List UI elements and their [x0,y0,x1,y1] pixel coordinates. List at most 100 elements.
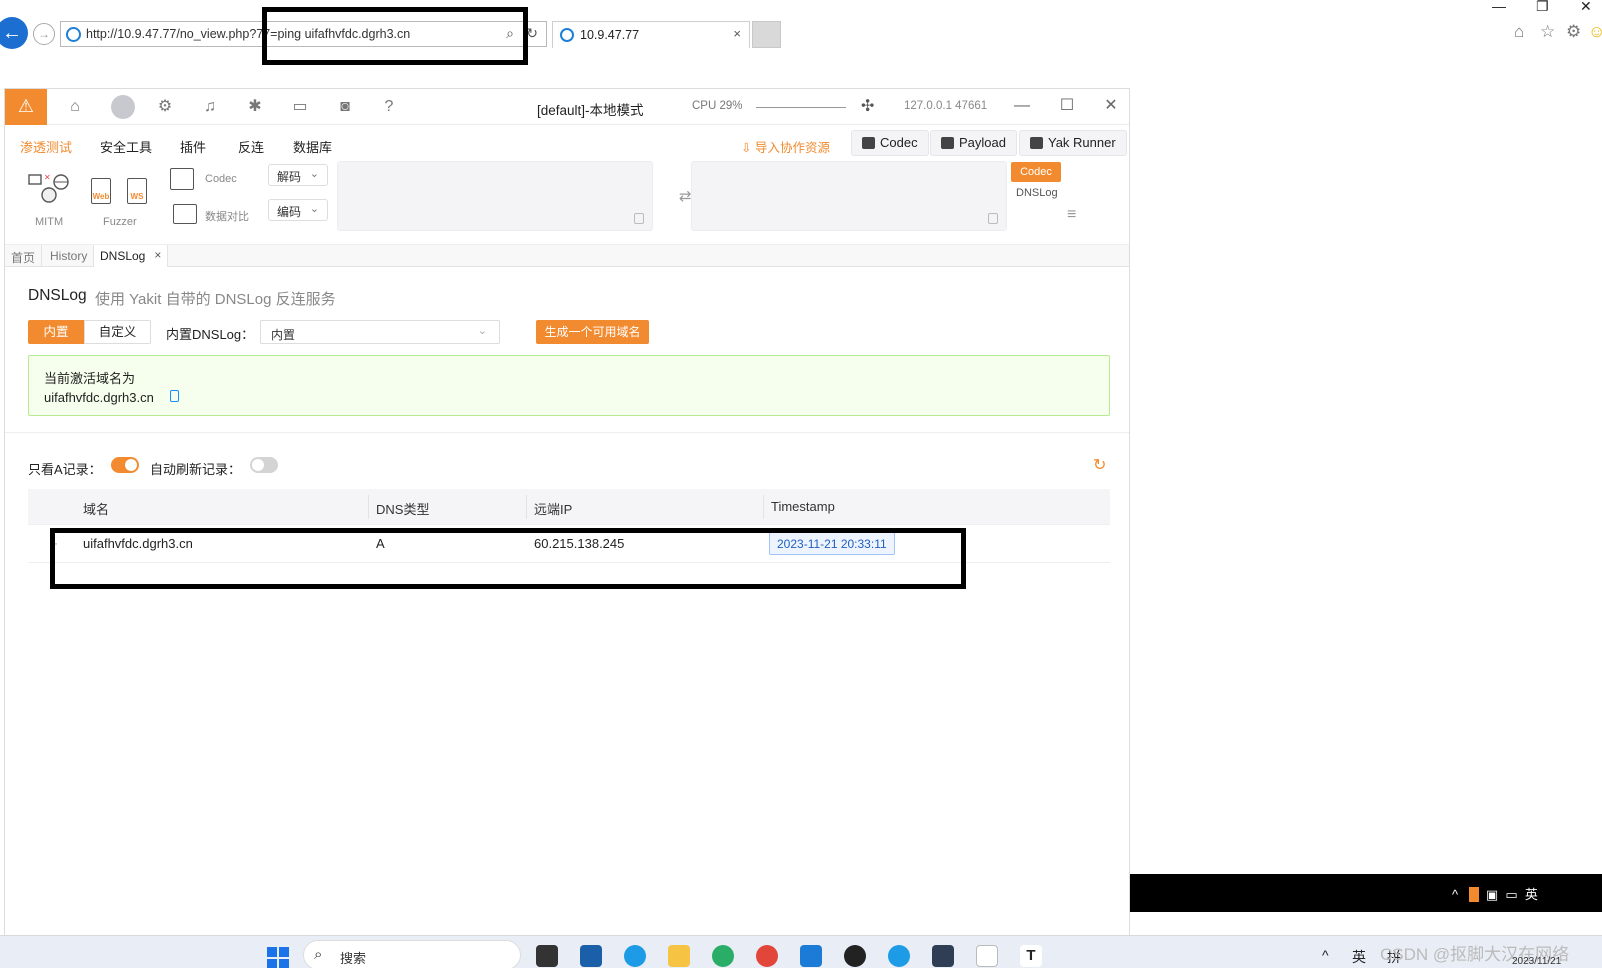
auto-refresh-toggle[interactable] [250,457,278,473]
back-button[interactable]: ← [0,17,28,49]
mitm-icon[interactable]: ✕ [27,173,69,205]
encode-label: 编码 [277,205,302,219]
title-bar: ⚠ ⌂ ⚙ ♫ ✱ ▭ ◙ ? [default]-本地模式 CPU 29% ✣… [5,89,1129,125]
terminal-icon[interactable]: ▭ [290,97,310,117]
yak-runner-button[interactable]: Yak Runner [1019,130,1127,156]
taskbar-search-placeholder: 搜索 [340,951,367,966]
web-fuzzer-icon[interactable]: Web [91,178,111,204]
tab-history[interactable]: History [44,245,95,267]
tray-chevron-icon[interactable]: ^ [1452,887,1458,902]
bell-icon[interactable]: ♫ [200,97,220,117]
document-icon[interactable] [976,945,998,967]
avatar[interactable] [111,95,135,119]
browser-tab[interactable]: 10.9.47.77 × [552,21,750,48]
camera-icon[interactable]: ◙ [335,97,355,117]
close-icon[interactable]: ✕ [1099,95,1123,119]
side-tab-codec[interactable]: Codec [1011,162,1061,182]
edge-dev-icon[interactable] [888,945,910,967]
builtin-dnslog-select[interactable]: 内置 ⌄ [260,320,500,344]
codec-output-panel[interactable] [691,161,1007,231]
a-record-only-toggle[interactable] [111,457,139,473]
a-record-only-label: 只看A记录： [28,462,102,477]
engine-icon[interactable]: ✣ [861,96,874,116]
windows-start-icon[interactable] [267,947,289,968]
store-icon[interactable] [580,945,602,967]
explorer-icon[interactable] [668,945,690,967]
favorites-icon[interactable]: ☆ [1540,22,1555,42]
bug-icon[interactable]: ✱ [245,97,265,117]
copy-icon[interactable] [170,390,179,402]
column-timestamp: Timestamp [771,499,835,514]
network-icon[interactable]: ▣ [1486,887,1498,902]
sort-icon[interactable]: ≡ [1067,206,1076,224]
encode-select[interactable]: 编码 ⌄ [268,199,328,221]
home-icon[interactable]: ⌂ [1514,22,1524,42]
browser-tab-title: 10.9.47.77 [580,28,640,42]
warning-icon[interactable]: ⚠ [5,89,47,125]
engine-address: 127.0.0.1 47661 [904,100,988,112]
minimize-icon[interactable]: — [1492,0,1506,14]
menu-pentest[interactable]: 渗透测试 [20,137,72,156]
app-icon[interactable] [800,945,822,967]
new-tab-button[interactable] [752,21,781,48]
mode-custom-button[interactable]: 自定义 [84,320,151,344]
close-icon[interactable]: ✕ [1580,0,1592,15]
gear-icon[interactable]: ⚙ [1566,22,1581,42]
smiley-icon[interactable]: ☺ [1588,22,1602,42]
cat-app-icon[interactable] [932,945,954,967]
decode-select[interactable]: 解码 ⌄ [268,164,328,186]
task-view-icon[interactable] [536,945,558,967]
menu-reverse[interactable]: 反连 [238,137,264,156]
restore-icon[interactable]: ❐ [1536,0,1549,15]
refresh-icon[interactable]: ↻ [1093,455,1106,475]
divider [5,432,1129,433]
edge-icon[interactable] [624,945,646,967]
taskbar-search[interactable]: ⌕ 搜索 [303,940,521,968]
forward-button[interactable]: → [33,23,55,45]
codec-tool-label[interactable]: Codec [205,173,237,185]
wechat-icon[interactable] [712,945,734,967]
help-icon[interactable]: ? [379,97,399,117]
decode-label: 解码 [277,170,302,184]
copy-icon[interactable] [988,213,998,224]
ie-tab-icon [560,28,574,42]
generate-domain-button[interactable]: 生成一个可用域名 [536,320,649,344]
media-player-icon[interactable] [844,945,866,967]
compare-label[interactable]: 数据对比 [205,208,249,224]
chrome-icon[interactable] [756,945,778,967]
monitor-icon[interactable]: ▭ [1505,887,1517,902]
codec-tool-icon[interactable] [170,168,194,190]
minimize-icon[interactable]: — [1010,95,1034,119]
refresh-icon[interactable]: ↻ [526,25,538,42]
ws-fuzzer-icon[interactable]: WS [127,178,147,204]
menu-database[interactable]: 数据库 [293,137,332,156]
tab-close-icon[interactable]: × [733,26,741,41]
copy-icon[interactable] [634,213,644,224]
menu-plugins[interactable]: 插件 [180,137,206,156]
home-icon[interactable]: ⌂ [65,97,85,117]
maximize-icon[interactable]: ☐ [1055,95,1079,119]
close-icon[interactable]: × [154,248,161,262]
tab-home[interactable]: 首页 [5,245,43,267]
menu-security-tools[interactable]: 安全工具 [100,137,152,156]
ime-icon[interactable]: 英 [1525,887,1538,902]
column-separator [763,495,764,519]
import-resources-link[interactable]: ⇩ 导入协作资源 [741,137,830,156]
cpu-usage: CPU 29% [692,100,743,112]
compare-icon[interactable] [173,204,197,224]
payload-button[interactable]: Payload [930,130,1017,156]
tab-dnslog[interactable]: DNSLog × [94,245,169,267]
app-tray-icon[interactable] [1468,887,1479,902]
ime-english[interactable]: 英 [1352,947,1366,967]
swap-icon[interactable]: ⇄ [679,187,692,205]
gear-icon[interactable]: ⚙ [155,97,175,117]
fuzzer-label: Fuzzer [103,216,137,228]
tab-dnslog-label: DNSLog [100,249,146,263]
codec-input-panel[interactable] [337,161,653,231]
tray-chevron-icon[interactable]: ^ [1322,947,1329,963]
side-tab-dnslog[interactable]: DNSLog [1016,187,1058,199]
table-header: 域名 DNS类型 远端IP Timestamp [28,489,1110,525]
mode-builtin-button[interactable]: 内置 [28,320,84,344]
codec-button[interactable]: Codec [851,130,929,156]
typora-icon[interactable]: T [1020,945,1042,967]
